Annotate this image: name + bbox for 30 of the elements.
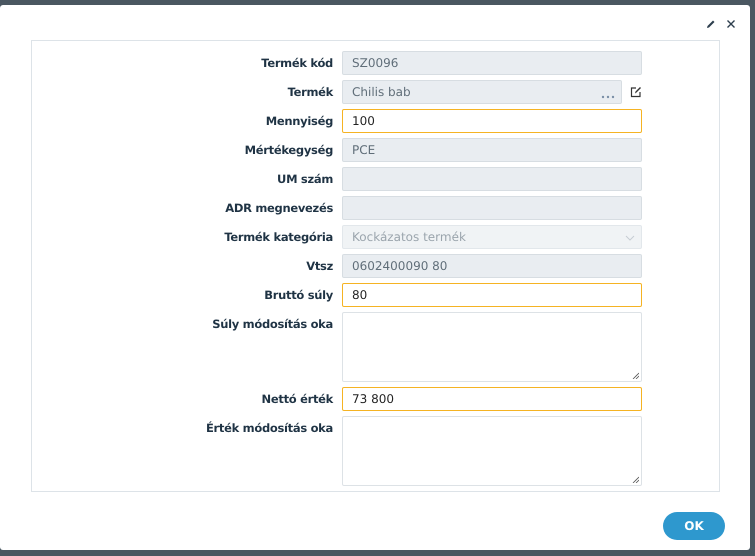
input-field[interactable]: Chilis bab — [342, 80, 622, 104]
close-icon[interactable] — [726, 18, 736, 28]
field-label: Érték módosítás oka — [205, 420, 334, 437]
field-label: Mértékegység — [244, 142, 334, 159]
edit-icon[interactable] — [630, 86, 642, 98]
field-label: Nettó érték — [260, 391, 334, 408]
chevron-down-icon — [625, 235, 635, 241]
field-label: Termék — [286, 84, 334, 101]
input-field[interactable]: 80 — [342, 283, 642, 307]
field-label: Mennyiség — [264, 113, 334, 130]
field-label: UM szám — [276, 171, 334, 188]
field-label: Bruttó súly — [263, 287, 334, 304]
dropdown-field[interactable]: Kockázatos termék — [342, 225, 642, 249]
field-label: Vtsz — [305, 258, 334, 275]
ok-button[interactable]: OK — [663, 512, 725, 540]
resize-handle-icon[interactable] — [632, 372, 639, 379]
resize-handle-icon[interactable] — [632, 476, 639, 483]
input-field[interactable] — [342, 196, 642, 220]
field-label: Termék kód — [260, 55, 334, 72]
more-icon[interactable] — [601, 95, 615, 99]
field-label: ADR megnevezés — [224, 200, 334, 217]
input-field[interactable]: SZ0096 — [342, 51, 642, 75]
input-field[interactable] — [342, 167, 642, 191]
input-field[interactable]: PCE — [342, 138, 642, 162]
field-label: Termék kategória — [223, 229, 334, 246]
input-field[interactable]: 100 — [342, 109, 642, 133]
field-label: Súly módosítás oka — [211, 316, 334, 333]
input-field[interactable]: 0602400090 80 — [342, 254, 642, 278]
pencil-icon[interactable] — [706, 18, 716, 28]
input-field[interactable]: 73 800 — [342, 387, 642, 411]
